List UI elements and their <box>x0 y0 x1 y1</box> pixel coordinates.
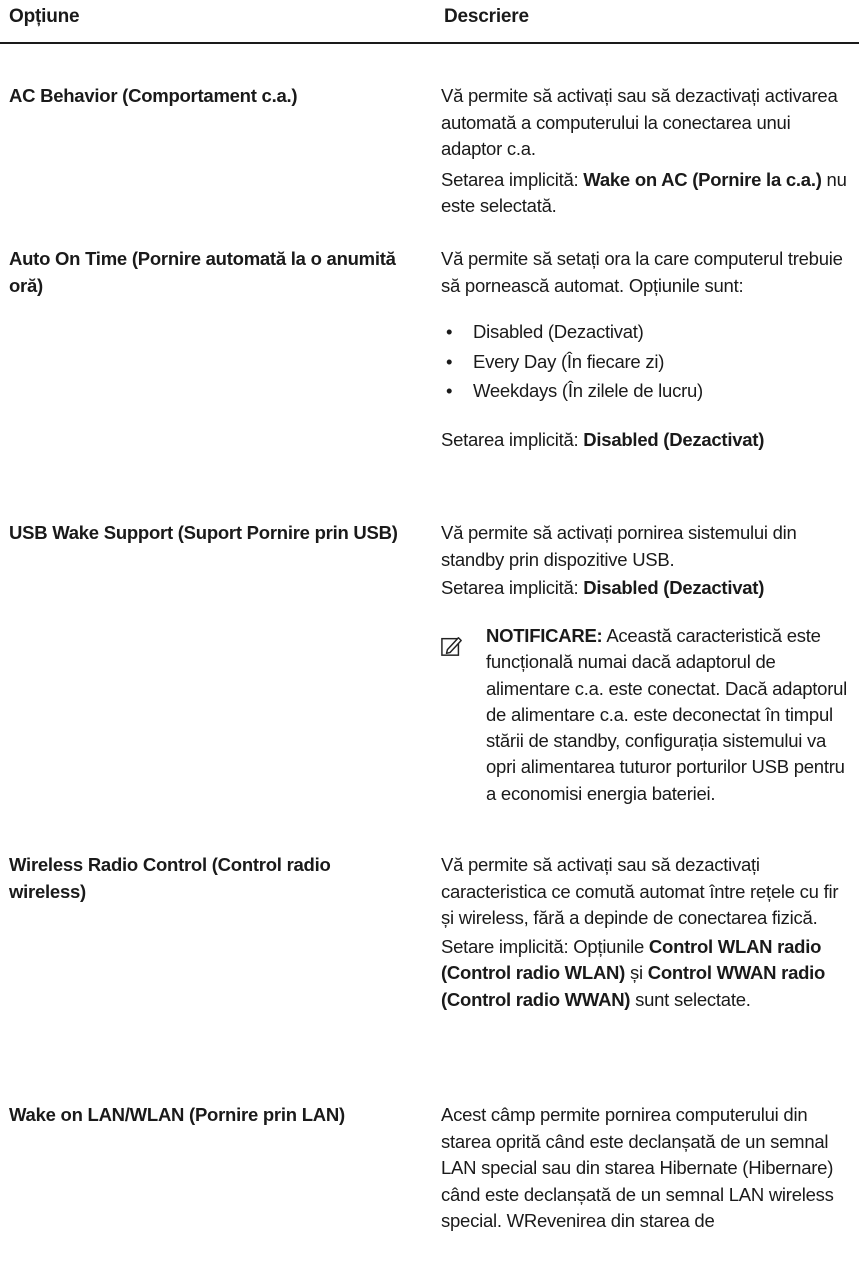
list-item: Every Day (În fiecare zi) <box>441 349 851 379</box>
auto-on-time-options: Disabled (Dezactivat) Every Day (În fiec… <box>441 319 851 408</box>
row-wireless-radio-description: Vă permite să activați sau să dezactivaț… <box>441 852 851 1013</box>
header-description: Descriere <box>444 6 529 27</box>
wireless-radio-default: Setare implicită: Opțiunile Control WLAN… <box>441 935 826 1010</box>
header-rule <box>0 42 859 44</box>
settings-table: Opțiune Descriere AC Behavior (Comportam… <box>0 0 859 1261</box>
row-usb-wake-description: Vă permite să activați pornirea sistemul… <box>441 520 851 602</box>
row-wireless-radio-option: Wireless Radio Control (Control radio wi… <box>9 854 331 902</box>
list-item: Disabled (Dezactivat) <box>441 319 851 349</box>
usb-wake-desc: Vă permite să activați pornirea sistemul… <box>441 522 797 570</box>
usb-wake-note: NOTIFICARE: Această caracteristică este … <box>486 623 852 807</box>
auto-on-time-default: Setarea implicită: Disabled (Dezactivat) <box>441 428 765 450</box>
row-ac-behavior-option: AC Behavior (Comportament c.a.) <box>9 85 298 106</box>
ac-behavior-default: Setarea implicită: Wake on AC (Pornire l… <box>441 168 847 217</box>
row-wake-on-lan-option: Wake on LAN/WLAN (Pornire prin LAN) <box>9 1104 345 1125</box>
pencil-note-icon <box>441 637 462 656</box>
wireless-radio-desc: Vă permite să activați sau să dezactivaț… <box>441 854 839 928</box>
row-wake-on-lan-description: Acest câmp permite pornirea computerului… <box>441 1102 851 1235</box>
wake-on-lan-desc: Acest câmp permite pornirea computerului… <box>441 1104 834 1231</box>
row-auto-on-time-description: Vă permite să setați ora la care compute… <box>441 246 851 453</box>
row-usb-wake-option: USB Wake Support (Suport Pornire prin US… <box>9 522 398 543</box>
auto-on-time-desc: Vă permite să setați ora la care compute… <box>441 248 843 296</box>
ac-behavior-desc: Vă permite să activați sau să dezactivaț… <box>441 85 838 159</box>
list-item: Weekdays (În zilele de lucru) <box>441 378 851 408</box>
note-label: NOTIFICARE: <box>486 625 603 646</box>
usb-wake-default: Setarea implicită: Disabled (Dezactivat) <box>441 577 765 598</box>
row-auto-on-time-option: Auto On Time (Pornire automată la o anum… <box>9 248 396 296</box>
header-option: Opțiune <box>9 6 80 27</box>
note-text: Această caracteristică este funcțională … <box>486 625 848 804</box>
row-ac-behavior-description: Vă permite să activați sau să dezactivaț… <box>441 83 851 220</box>
